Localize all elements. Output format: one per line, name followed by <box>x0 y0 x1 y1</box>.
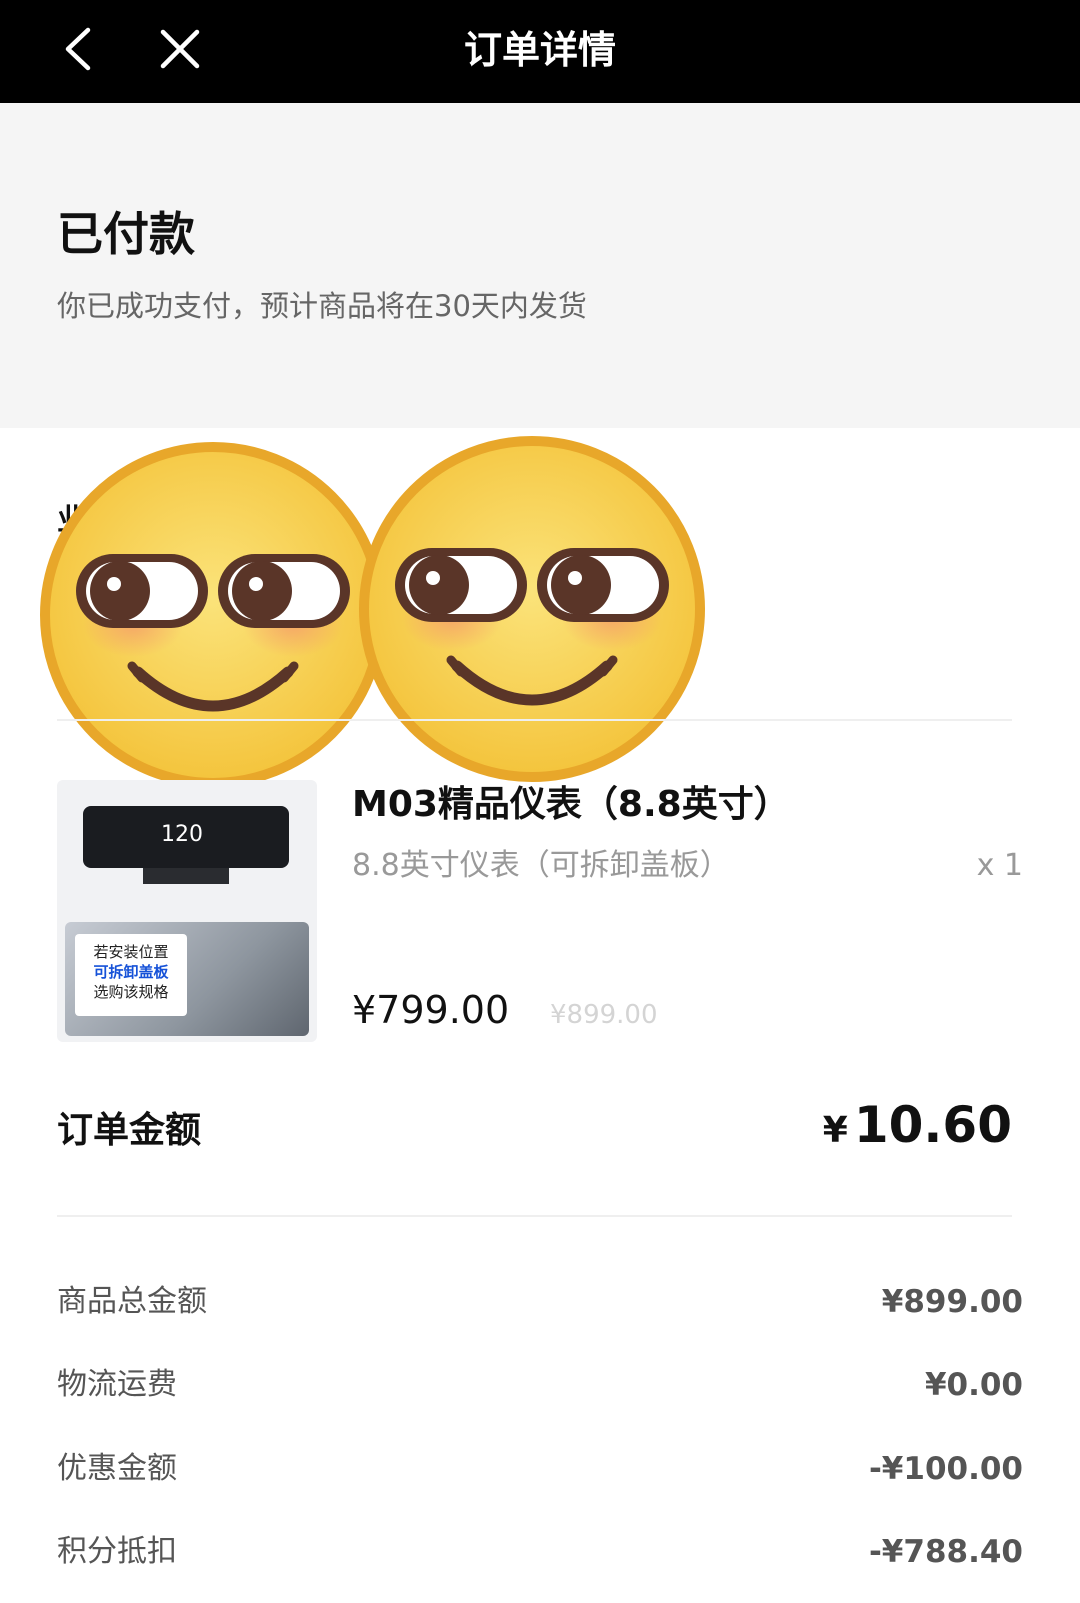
product-price: ¥799.00 <box>352 988 510 1032</box>
divider <box>57 1215 1012 1217</box>
product-name[interactable]: M03精品仪表（8.8英寸） <box>352 780 790 830</box>
breakdown-row: 商品总金额 ¥899.00 <box>57 1277 1023 1327</box>
status-heading: 已付款 <box>57 207 195 261</box>
breakdown-label: 优惠金额 <box>57 1451 177 1486</box>
mount-bracket <box>143 868 229 884</box>
breakdown-value: -¥788.40 <box>868 1534 1023 1570</box>
product-quantity: x 1 <box>976 848 1023 883</box>
smirking-face-emoji <box>40 442 386 788</box>
breakdown-label: 积分抵扣 <box>57 1534 177 1569</box>
product-original-price: ¥899.00 <box>550 1000 658 1030</box>
badge-line: 选购该规格 <box>93 983 169 1001</box>
status-description: 你已成功支付，预计商品将在30天内发货 <box>57 289 587 323</box>
page-title: 订单详情 <box>463 28 616 72</box>
badge-line-highlight: 可拆卸盖板 <box>93 963 169 981</box>
divider <box>57 719 1012 721</box>
breakdown-row: 物流运费 ¥0.00 <box>57 1360 1023 1410</box>
breakdown-row: 积分抵扣 -¥788.40 <box>57 1527 1023 1577</box>
breakdown-label: 商品总金额 <box>57 1284 207 1319</box>
smirking-face-emoji <box>359 436 705 782</box>
breakdown-value: ¥899.00 <box>881 1284 1023 1320</box>
product-spec: 8.8英寸仪表（可拆卸盖板） <box>352 848 730 883</box>
breakdown-row: 优惠金额 -¥100.00 <box>57 1444 1023 1494</box>
currency-symbol: ¥ <box>822 1110 848 1151</box>
navigation-bar: 订单详情 <box>0 0 1080 103</box>
order-total-value: ¥10.60 <box>823 1096 1012 1154</box>
order-total-label: 订单金额 <box>57 1110 202 1151</box>
speed-readout: 120 <box>161 822 203 847</box>
order-total-amount: 10.60 <box>853 1096 1012 1154</box>
image-badge: 若安装位置 可拆卸盖板 选购该规格 <box>75 934 187 1016</box>
product-image[interactable]: 120 若安装位置 可拆卸盖板 选购该规格 <box>57 780 317 1042</box>
breakdown-value: -¥100.00 <box>868 1451 1023 1487</box>
badge-line: 若安装位置 <box>93 943 169 961</box>
order-status-banner: 已付款 你已成功支付，预计商品将在30天内发货 <box>0 103 1080 428</box>
breakdown-value: ¥0.00 <box>924 1367 1023 1403</box>
breakdown-label: 物流运费 <box>57 1367 177 1402</box>
